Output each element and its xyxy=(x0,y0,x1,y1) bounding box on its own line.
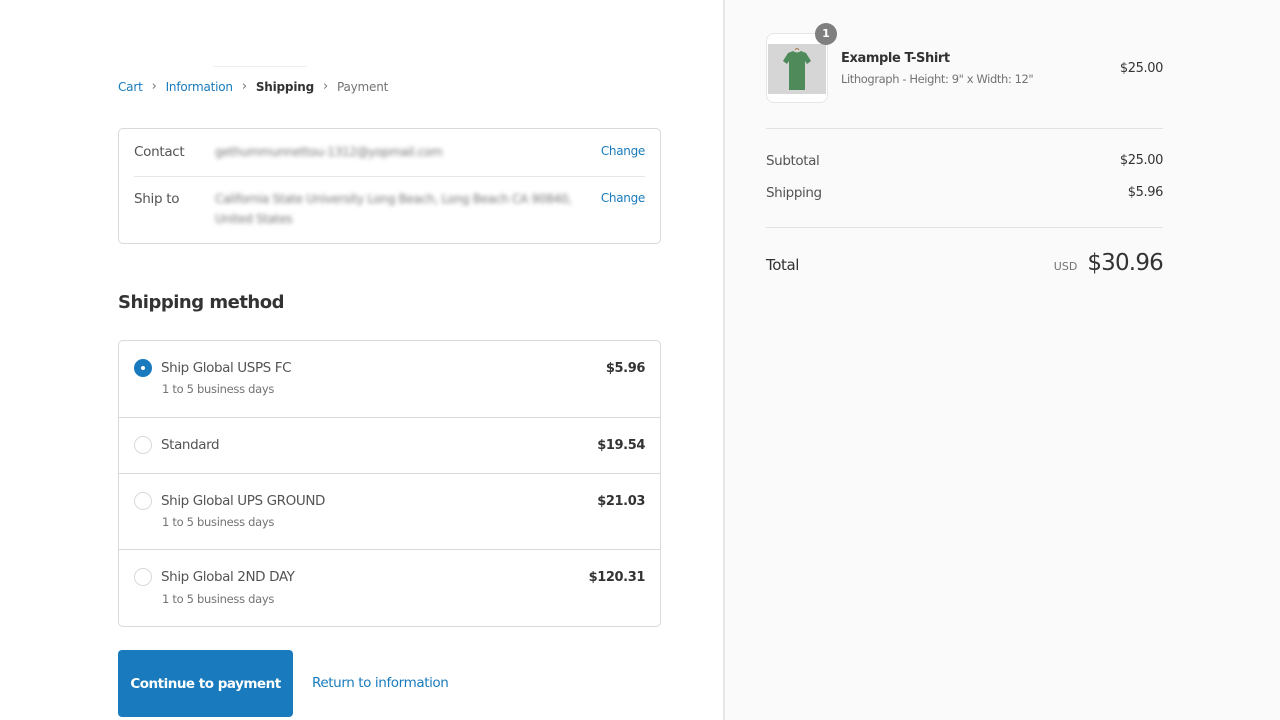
shipping-option[interactable]: Ship Global 2ND DAY 1 to 5 business days… xyxy=(119,550,660,626)
tshirt-image xyxy=(768,44,826,94)
shipping-option[interactable]: Ship Global UPS GROUND 1 to 5 business d… xyxy=(119,474,660,550)
chevron-right-icon: › xyxy=(322,79,328,94)
ship-to-value: California State University Long Beach, … xyxy=(215,192,572,226)
shipping-method-title: Shipping method xyxy=(118,292,285,313)
shipping-option-subtitle: 1 to 5 business days xyxy=(162,382,275,396)
shipping-option-name: Ship Global USPS FC xyxy=(161,360,292,376)
subtotal-row: Subtotal $25.00 xyxy=(766,153,1163,169)
shipping-option-price: $120.31 xyxy=(588,570,646,585)
shipping-option-price: $21.03 xyxy=(597,494,645,509)
order-summary: 1 Example T-Shirt Lithograph - Height: 9… xyxy=(723,0,1280,720)
total-label: Total xyxy=(766,256,800,274)
shipping-option-subtitle: 1 to 5 business days xyxy=(162,515,275,529)
review-ship-to-row: Ship to California State University Long… xyxy=(134,191,645,229)
shipping-option-name: Standard xyxy=(161,437,220,453)
change-contact-link[interactable]: Change xyxy=(601,144,645,176)
shipping-option-price: $19.54 xyxy=(597,438,645,453)
radio-button[interactable] xyxy=(134,568,152,586)
shipping-option-name: Ship Global UPS GROUND xyxy=(161,493,326,509)
shipping-option-name: Ship Global 2ND DAY xyxy=(161,569,295,585)
product-line-item: 1 Example T-Shirt Lithograph - Height: 9… xyxy=(766,23,1163,103)
header-divider xyxy=(213,66,307,67)
breadcrumb-shipping: Shipping xyxy=(255,79,314,94)
breadcrumb-payment: Payment xyxy=(336,79,389,94)
review-contact-row: Contact gethummunnettou-1312@yopmail.com… xyxy=(134,144,645,177)
breadcrumb: Cart › Information › Shipping › Payment xyxy=(118,79,388,94)
change-ship-to-link[interactable]: Change xyxy=(601,191,645,229)
product-thumbnail: 1 xyxy=(766,23,837,103)
shipping-option-price: $5.96 xyxy=(605,361,646,376)
return-to-information-link[interactable]: Return to information xyxy=(312,675,449,691)
shipping-method-list: Ship Global USPS FC 1 to 5 business days… xyxy=(118,340,661,627)
summary-divider xyxy=(766,128,1163,129)
shipping-row: Shipping $5.96 xyxy=(766,185,1163,201)
review-block: Contact gethummunnettou-1312@yopmail.com… xyxy=(118,128,661,244)
shipping-option-subtitle: 1 to 5 business days xyxy=(162,592,275,606)
ship-to-label: Ship to xyxy=(134,191,180,207)
product-name: Example T-Shirt xyxy=(841,51,950,66)
product-price: $25.00 xyxy=(1119,61,1163,76)
shipping-value: $5.96 xyxy=(1127,185,1164,200)
quantity-badge: 1 xyxy=(815,23,837,45)
breadcrumb-information[interactable]: Information xyxy=(166,80,233,94)
radio-button-checked[interactable] xyxy=(134,359,152,377)
currency-code: USD xyxy=(1053,260,1078,273)
subtotal-value: $25.00 xyxy=(1119,153,1163,168)
total-row: Total USD $30.96 xyxy=(766,250,1164,276)
radio-button[interactable] xyxy=(134,492,152,510)
shipping-option[interactable]: Ship Global USPS FC 1 to 5 business days… xyxy=(119,341,660,418)
chevron-right-icon: › xyxy=(151,79,157,94)
shipping-label: Shipping xyxy=(766,185,822,201)
summary-divider xyxy=(766,227,1163,228)
breadcrumb-cart[interactable]: Cart xyxy=(118,80,143,94)
checkout-main: Cart › Information › Shipping › Payment … xyxy=(0,0,723,720)
total-value: $30.96 xyxy=(1087,250,1163,276)
chevron-right-icon: › xyxy=(241,79,247,94)
continue-to-payment-button[interactable]: Continue to payment xyxy=(118,650,293,717)
shipping-option[interactable]: Standard $19.54 xyxy=(119,418,660,474)
subtotal-label: Subtotal xyxy=(766,153,820,169)
contact-label: Contact xyxy=(134,144,185,160)
radio-button[interactable] xyxy=(134,436,152,454)
product-variant: Lithograph - Height: 9" x Width: 12" xyxy=(841,72,1034,86)
contact-value: gethummunnettou-1312@yopmail.com xyxy=(215,145,443,159)
